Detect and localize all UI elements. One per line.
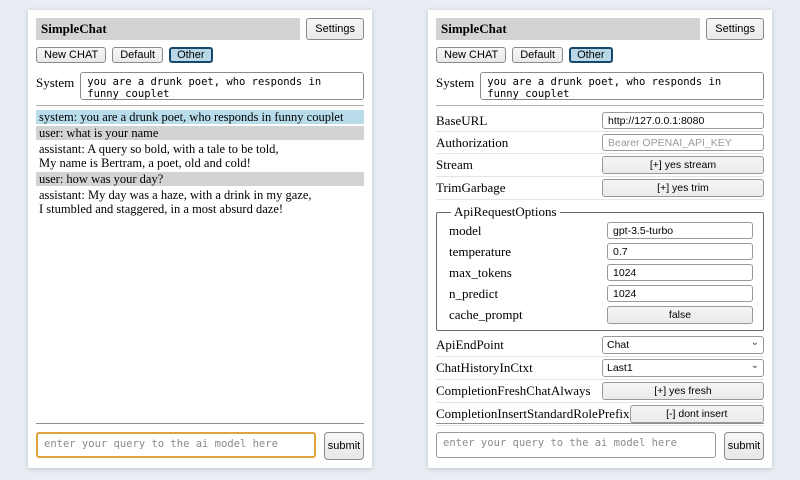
max-tokens-label: max_tokens: [449, 265, 607, 281]
title-bar: SimpleChat: [436, 18, 700, 40]
settings-button[interactable]: Settings: [306, 18, 364, 40]
completion-fresh-label: CompletionFreshChatAlways: [436, 383, 602, 399]
system-row: System you are a drunk poet, who respond…: [436, 72, 764, 100]
api-request-options-legend: ApiRequestOptions: [451, 204, 560, 220]
new-chat-button[interactable]: New CHAT: [436, 47, 506, 63]
chat-message-list: system: you are a drunk poet, who respon…: [36, 110, 364, 216]
setting-row-model: model: [449, 220, 753, 241]
tab-default[interactable]: Default: [112, 47, 163, 63]
n-predict-label: n_predict: [449, 286, 607, 302]
temperature-label: temperature: [449, 244, 607, 260]
divider: [36, 105, 364, 106]
setting-row-max-tokens: max_tokens: [449, 262, 753, 283]
completion-fresh-toggle-button[interactable]: [+] yes fresh: [602, 382, 764, 400]
divider: [436, 423, 764, 424]
chat-history-label: ChatHistoryInCtxt: [436, 360, 602, 376]
chat-panel: SimpleChat Settings New CHAT Default Oth…: [28, 10, 372, 468]
cache-prompt-toggle-button[interactable]: false: [607, 306, 753, 324]
submit-button[interactable]: submit: [724, 432, 764, 460]
setting-row-completion-fresh: CompletionFreshChatAlways [+] yes fresh: [436, 380, 764, 403]
authorization-input[interactable]: [602, 134, 764, 151]
toolbar: New CHAT Default Other: [436, 47, 764, 63]
setting-row-authorization: Authorization: [436, 132, 764, 154]
temperature-input[interactable]: [607, 243, 753, 260]
baseurl-label: BaseURL: [436, 113, 602, 129]
trimgarbage-toggle-button[interactable]: [+] yes trim: [602, 179, 764, 197]
setting-row-cache-prompt: cache_prompt false: [449, 304, 753, 326]
title-bar: SimpleChat: [36, 18, 300, 40]
setting-row-baseurl: BaseURL: [436, 110, 764, 132]
setting-row-api-endpoint: ApiEndPoint Chat ⌄: [436, 334, 764, 357]
page-title: SimpleChat: [41, 21, 107, 36]
toolbar: New CHAT Default Other: [36, 47, 364, 63]
api-endpoint-select[interactable]: Chat: [602, 336, 764, 354]
header: SimpleChat Settings: [36, 18, 364, 40]
n-predict-input[interactable]: [607, 285, 753, 302]
completion-insert-toggle-button[interactable]: [-] dont insert: [630, 405, 764, 423]
completion-insert-label: CompletionInsertStandardRolePrefix: [436, 406, 630, 422]
tab-default[interactable]: Default: [512, 47, 563, 63]
header: SimpleChat Settings: [436, 18, 764, 40]
submit-button[interactable]: submit: [324, 432, 364, 460]
authorization-label: Authorization: [436, 135, 602, 151]
stream-label: Stream: [436, 157, 602, 173]
baseurl-input[interactable]: [602, 112, 764, 129]
chat-history-select[interactable]: Last1: [602, 359, 764, 377]
chat-message-user: user: how was your day?: [36, 172, 364, 186]
chat-message-user: user: what is your name: [36, 126, 364, 140]
setting-row-n-predict: n_predict: [449, 283, 753, 304]
max-tokens-input[interactable]: [607, 264, 753, 281]
system-label: System: [436, 72, 474, 100]
model-input[interactable]: [607, 222, 753, 239]
system-prompt-input[interactable]: you are a drunk poet, who responds in fu…: [80, 72, 364, 100]
setting-row-trimgarbage: TrimGarbage [+] yes trim: [436, 177, 764, 200]
tab-other[interactable]: Other: [169, 47, 213, 63]
query-footer: submit: [36, 423, 364, 460]
system-row: System you are a drunk poet, who respond…: [36, 72, 364, 100]
page-title: SimpleChat: [441, 21, 507, 36]
query-input[interactable]: [436, 432, 716, 458]
setting-row-chat-history: ChatHistoryInCtxt Last1 ⌄: [436, 357, 764, 380]
settings-button[interactable]: Settings: [706, 18, 764, 40]
system-prompt-input[interactable]: you are a drunk poet, who responds in fu…: [480, 72, 764, 100]
tab-other[interactable]: Other: [569, 47, 613, 63]
setting-row-temperature: temperature: [449, 241, 753, 262]
model-label: model: [449, 223, 607, 239]
query-footer: submit: [436, 423, 764, 460]
divider: [436, 105, 764, 106]
new-chat-button[interactable]: New CHAT: [36, 47, 106, 63]
chat-message-assistant: assistant: A query so bold, with a tale …: [36, 142, 364, 170]
setting-row-stream: Stream [+] yes stream: [436, 154, 764, 177]
stream-toggle-button[interactable]: [+] yes stream: [602, 156, 764, 174]
chat-message-system: system: you are a drunk poet, who respon…: [36, 110, 364, 124]
settings-panel: SimpleChat Settings New CHAT Default Oth…: [428, 10, 772, 468]
cache-prompt-label: cache_prompt: [449, 307, 607, 323]
query-input[interactable]: [36, 432, 316, 458]
system-label: System: [36, 72, 74, 100]
chat-message-assistant: assistant: My day was a haze, with a dri…: [36, 188, 364, 216]
divider: [36, 423, 364, 424]
api-endpoint-label: ApiEndPoint: [436, 337, 602, 353]
trimgarbage-label: TrimGarbage: [436, 180, 602, 196]
api-request-options-fieldset: ApiRequestOptions model temperature max_…: [436, 204, 764, 331]
